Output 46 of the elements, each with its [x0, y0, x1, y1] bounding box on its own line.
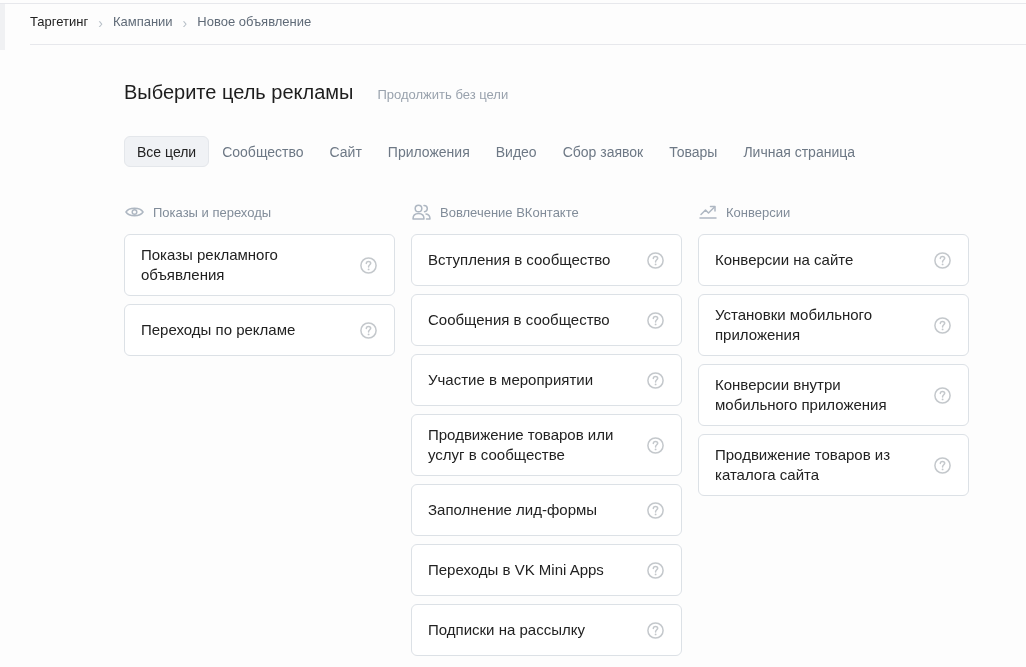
goal-card[interactable]: Переходы по рекламе: [124, 304, 395, 356]
column-heading: Вовлечение ВКонтакте: [440, 204, 579, 220]
goal-card[interactable]: Заполнение лид-формы: [411, 484, 682, 536]
goal-card[interactable]: Переходы в VK Mini Apps: [411, 544, 682, 596]
help-icon[interactable]: [647, 371, 664, 389]
goal-card[interactable]: Конверсии внутри мобильного приложения: [698, 364, 969, 426]
help-icon[interactable]: [647, 251, 664, 269]
goal-tab[interactable]: Сообщество: [209, 136, 317, 167]
goal-card[interactable]: Продвижение товаров из каталога сайта: [698, 434, 969, 496]
help-icon[interactable]: [934, 386, 951, 404]
help-icon[interactable]: [647, 621, 664, 639]
goal-tab[interactable]: Сбор заявок: [549, 136, 657, 167]
breadcrumb-link[interactable]: Таргетинг: [30, 14, 89, 29]
goal-tab[interactable]: Видео: [482, 136, 550, 167]
column-heading: Показы и переходы: [153, 204, 272, 220]
goal-tab[interactable]: Приложения: [374, 136, 483, 167]
goal-tab[interactable]: Все цели: [124, 136, 210, 167]
help-icon[interactable]: [934, 456, 951, 474]
help-icon[interactable]: [647, 501, 664, 519]
help-icon[interactable]: [647, 311, 664, 329]
help-icon[interactable]: [360, 321, 377, 339]
goal-card[interactable]: Установки мобильного приложения: [698, 294, 969, 356]
goal-tab[interactable]: Товары: [656, 136, 731, 167]
help-icon[interactable]: [934, 251, 951, 269]
breadcrumb-link[interactable]: Новое объявление: [197, 14, 312, 29]
column-heading: Конверсии: [726, 204, 791, 220]
help-icon[interactable]: [934, 316, 951, 334]
goal-tab[interactable]: Личная страница: [730, 136, 869, 167]
goal-card[interactable]: Сообщения в сообщество: [411, 294, 682, 346]
help-icon[interactable]: [647, 436, 664, 454]
people-icon: [412, 204, 431, 220]
eye-icon: [125, 206, 144, 218]
goal-card[interactable]: Конверсии на сайте: [698, 234, 969, 286]
help-icon[interactable]: [647, 561, 664, 579]
page-title: Выберите цель рекламы: [124, 81, 354, 104]
goal-tab[interactable]: Сайт: [316, 136, 375, 167]
help-icon[interactable]: [360, 256, 377, 274]
trend-chart-icon: [699, 205, 717, 219]
goal-card[interactable]: Подписки на рассылку: [411, 604, 682, 656]
goal-card[interactable]: Показы рекламного объявления: [124, 234, 395, 296]
breadcrumb-separator: ›: [182, 15, 188, 31]
goal-card[interactable]: Продвижение товаров или услуг в сообществе: [411, 414, 682, 476]
breadcrumb-link[interactable]: Кампании: [112, 14, 173, 29]
breadcrumb-separator: ›: [98, 15, 103, 31]
goal-card[interactable]: Вступления в сообщество: [411, 234, 682, 286]
goal-card[interactable]: Участие в мероприятии: [411, 354, 682, 406]
